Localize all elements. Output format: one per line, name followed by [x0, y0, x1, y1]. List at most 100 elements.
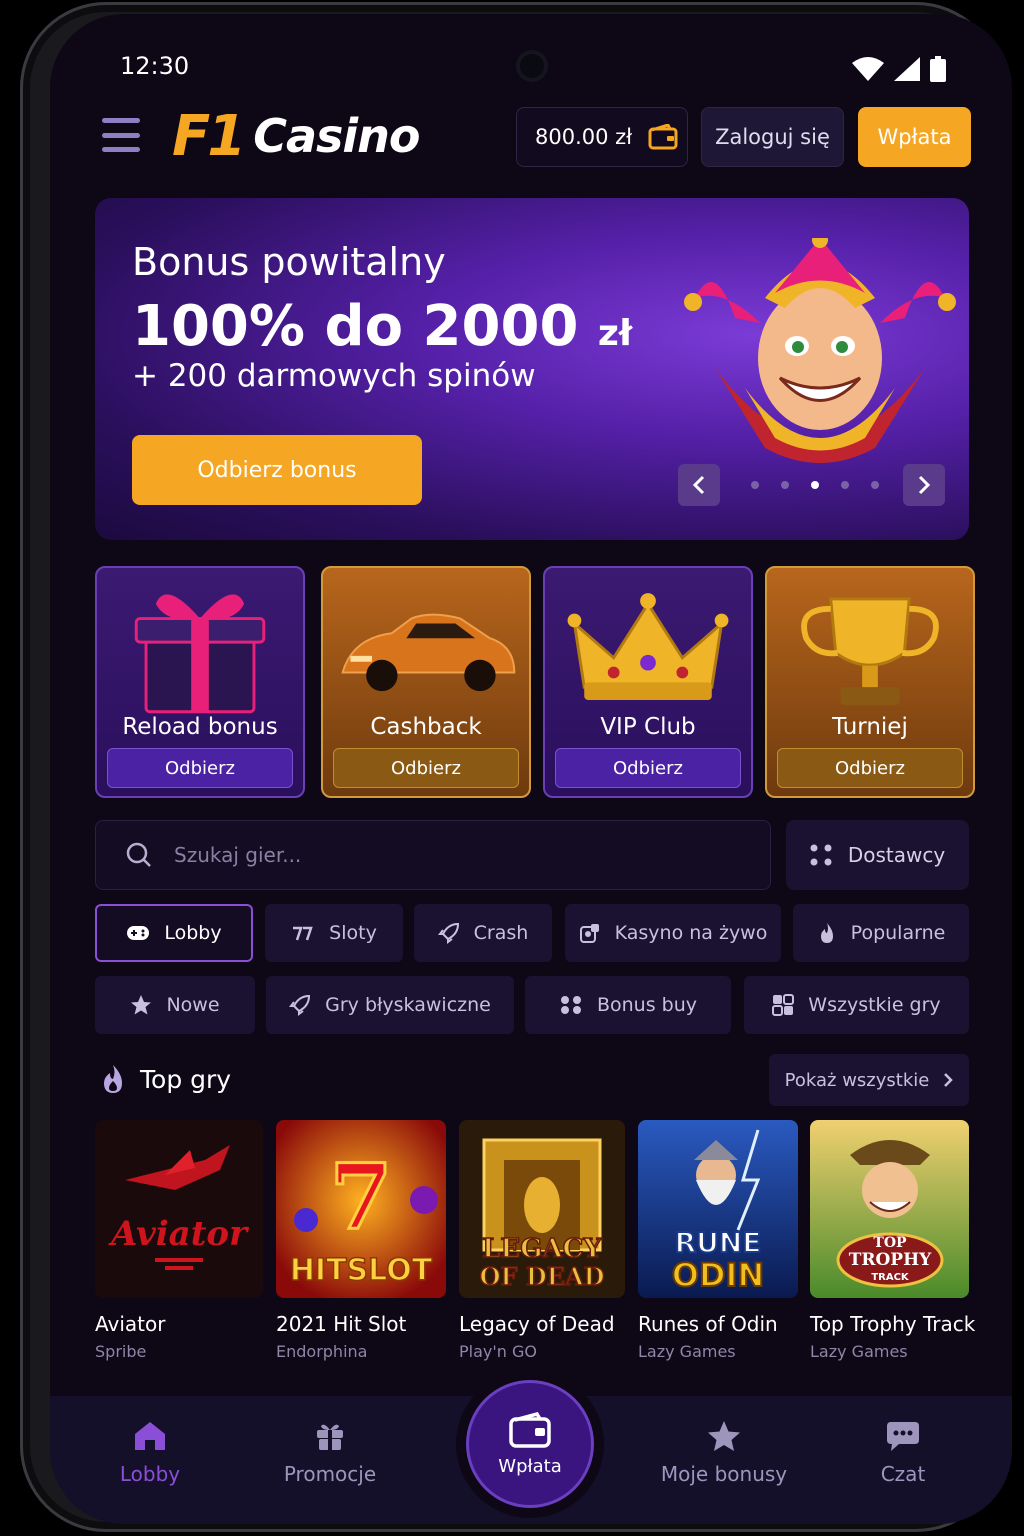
- gamepad-icon: [127, 926, 150, 940]
- app-header: F1 Casino 800.00 zł Zaloguj się Wpłata: [50, 104, 1012, 174]
- gift-icon: [134, 594, 266, 714]
- game-art-subtitle: OF DEAD: [480, 1262, 605, 1291]
- game-art-title: TOP: [873, 1235, 907, 1251]
- gift-icon: [317, 1424, 343, 1450]
- hero-title: Bonus powitalny: [132, 240, 446, 284]
- game-provider: Endorphina: [276, 1342, 368, 1361]
- logo-f1: F1: [172, 103, 246, 169]
- carousel-prev-button[interactable]: [678, 464, 720, 506]
- promo-cards: Reload bonus Odbierz Cashback Odbierz VI…: [95, 566, 975, 798]
- wallet-icon: [509, 1411, 551, 1448]
- promo-card-cashback[interactable]: Cashback Odbierz: [321, 566, 531, 798]
- nav-my-bonuses[interactable]: Moje bonusy: [644, 1420, 804, 1486]
- category-live-casino[interactable]: Kasyno na żywo: [565, 904, 781, 962]
- nav-label: Moje bonusy: [660, 1462, 788, 1486]
- logo-casino: Casino: [253, 109, 420, 163]
- category-slots[interactable]: Sloty: [265, 904, 403, 962]
- promo-card-reload[interactable]: Reload bonus Odbierz: [95, 566, 305, 798]
- game-name: Runes of Odin: [638, 1312, 778, 1336]
- category-popular[interactable]: Popularne: [793, 904, 969, 962]
- game-card-aviator[interactable]: Aviator Aviator Spribe: [95, 1120, 263, 1361]
- game-card-legacy-of-dead[interactable]: LEGACY OF DEAD Legacy of Dead Play'n GO: [459, 1120, 625, 1361]
- hero-headline-amount: 100% do 2000: [132, 294, 579, 359]
- deposit-button[interactable]: Wpłata: [858, 107, 971, 167]
- promo-card-vip[interactable]: VIP Club Odbierz: [543, 566, 753, 798]
- carousel-dot[interactable]: [841, 481, 849, 489]
- trophy-icon: [801, 597, 939, 705]
- screen: 12:30 F1 Casino 800.00 zł Zaloguj się Wp…: [50, 14, 1012, 1524]
- category-bonus-buy[interactable]: Bonus buy: [525, 976, 731, 1034]
- search-icon: [126, 842, 151, 867]
- search-input[interactable]: [174, 843, 674, 867]
- hero-banner: Bonus powitalny 100% do 2000 zł + 200 da…: [95, 198, 969, 540]
- carousel-dot[interactable]: [751, 481, 759, 489]
- category-crash[interactable]: Crash: [414, 904, 552, 962]
- status-icons: [852, 56, 946, 82]
- show-all-button[interactable]: Pokaż wszystkie: [769, 1054, 969, 1106]
- carousel-dot[interactable]: [871, 481, 879, 489]
- game-provider: Lazy Games: [638, 1342, 736, 1361]
- category-label: Lobby: [164, 922, 222, 944]
- promo-claim-button[interactable]: Odbierz: [107, 748, 293, 788]
- nav-label: Czat: [880, 1462, 926, 1486]
- search-box: [95, 820, 771, 890]
- nav-deposit-button[interactable]: Wpłata: [466, 1380, 594, 1508]
- category-label: Crash: [473, 922, 529, 944]
- menu-icon[interactable]: [102, 118, 140, 152]
- jester-illustration: [684, 238, 956, 463]
- game-art-title: RUNE: [675, 1226, 762, 1259]
- game-thumbnail: TOP TROPHY TRACK: [810, 1120, 969, 1298]
- nav-chat[interactable]: Czat: [823, 1420, 983, 1486]
- chat-icon: [887, 1422, 919, 1451]
- category-lobby[interactable]: Lobby: [95, 904, 253, 962]
- carousel-dot[interactable]: [781, 481, 789, 489]
- category-label: Sloty: [329, 922, 377, 944]
- login-button[interactable]: Zaloguj się: [701, 107, 844, 167]
- category-label: Bonus buy: [596, 994, 698, 1016]
- hero-headline-currency: zł: [597, 313, 633, 354]
- promo-label: Reload bonus: [122, 714, 278, 740]
- game-art-caption: TRACK: [871, 1272, 910, 1283]
- grid-icon: [772, 994, 795, 1016]
- game-art-title: HITSLOT: [290, 1253, 433, 1288]
- car-icon: [341, 613, 516, 692]
- promo-card-tournament[interactable]: Turniej Odbierz: [765, 566, 975, 798]
- signal-icon: [894, 57, 920, 81]
- game-name: Legacy of Dead: [459, 1312, 615, 1336]
- game-card-runes-of-odin[interactable]: RUNE ODIN Runes of Odin Lazy Games: [638, 1120, 798, 1361]
- category-instant-games[interactable]: Gry błyskawiczne: [266, 976, 514, 1034]
- nav-lobby[interactable]: Lobby: [70, 1420, 230, 1486]
- category-label: Wszystkie gry: [808, 994, 941, 1016]
- game-art-title: LEGACY: [482, 1234, 602, 1264]
- game-art-badge: 7: [330, 1144, 393, 1250]
- claim-bonus-button[interactable]: Odbierz bonus: [132, 435, 422, 505]
- balance-display[interactable]: 800.00 zł: [516, 107, 688, 167]
- bottom-nav: Lobby Promocje Wpłata Moje bonusy Czat: [50, 1380, 1012, 1524]
- game-card-2021-hit-slot[interactable]: 7 HITSLOT 2021 Hit Slot Endorphina: [276, 1120, 446, 1361]
- category-all-games[interactable]: Wszystkie gry: [744, 976, 969, 1034]
- front-camera: [516, 50, 548, 82]
- chevron-right-icon: [918, 475, 931, 495]
- wallet-icon: [648, 124, 678, 150]
- game-card-top-trophy-track[interactable]: TOP TROPHY TRACK Top Trophy Track Lazy G…: [810, 1120, 975, 1361]
- slot-icon: [293, 926, 313, 941]
- category-label: Popularne: [850, 922, 946, 944]
- carousel-next-button[interactable]: [903, 464, 945, 506]
- category-new[interactable]: Nowe: [95, 976, 255, 1034]
- wifi-icon: [852, 57, 884, 81]
- promo-claim-button[interactable]: Odbierz: [555, 748, 741, 788]
- bonus-icon: [560, 996, 581, 1014]
- nav-label: Promocje: [283, 1462, 377, 1486]
- promo-label: Turniej: [832, 714, 908, 740]
- promo-claim-button[interactable]: Odbierz: [777, 748, 963, 788]
- promo-claim-button[interactable]: Odbierz: [333, 748, 519, 788]
- category-label: Nowe: [166, 994, 220, 1016]
- top-games-title: Top gry: [140, 1064, 232, 1094]
- carousel-dot-active[interactable]: [811, 481, 819, 489]
- providers-button[interactable]: Dostawcy: [786, 820, 969, 890]
- providers-label: Dostawcy: [847, 843, 946, 867]
- logo[interactable]: F1 Casino: [172, 103, 421, 169]
- nav-promotions[interactable]: Promocje: [250, 1420, 410, 1486]
- star-icon: [131, 995, 152, 1015]
- chevron-left-icon: [692, 475, 705, 495]
